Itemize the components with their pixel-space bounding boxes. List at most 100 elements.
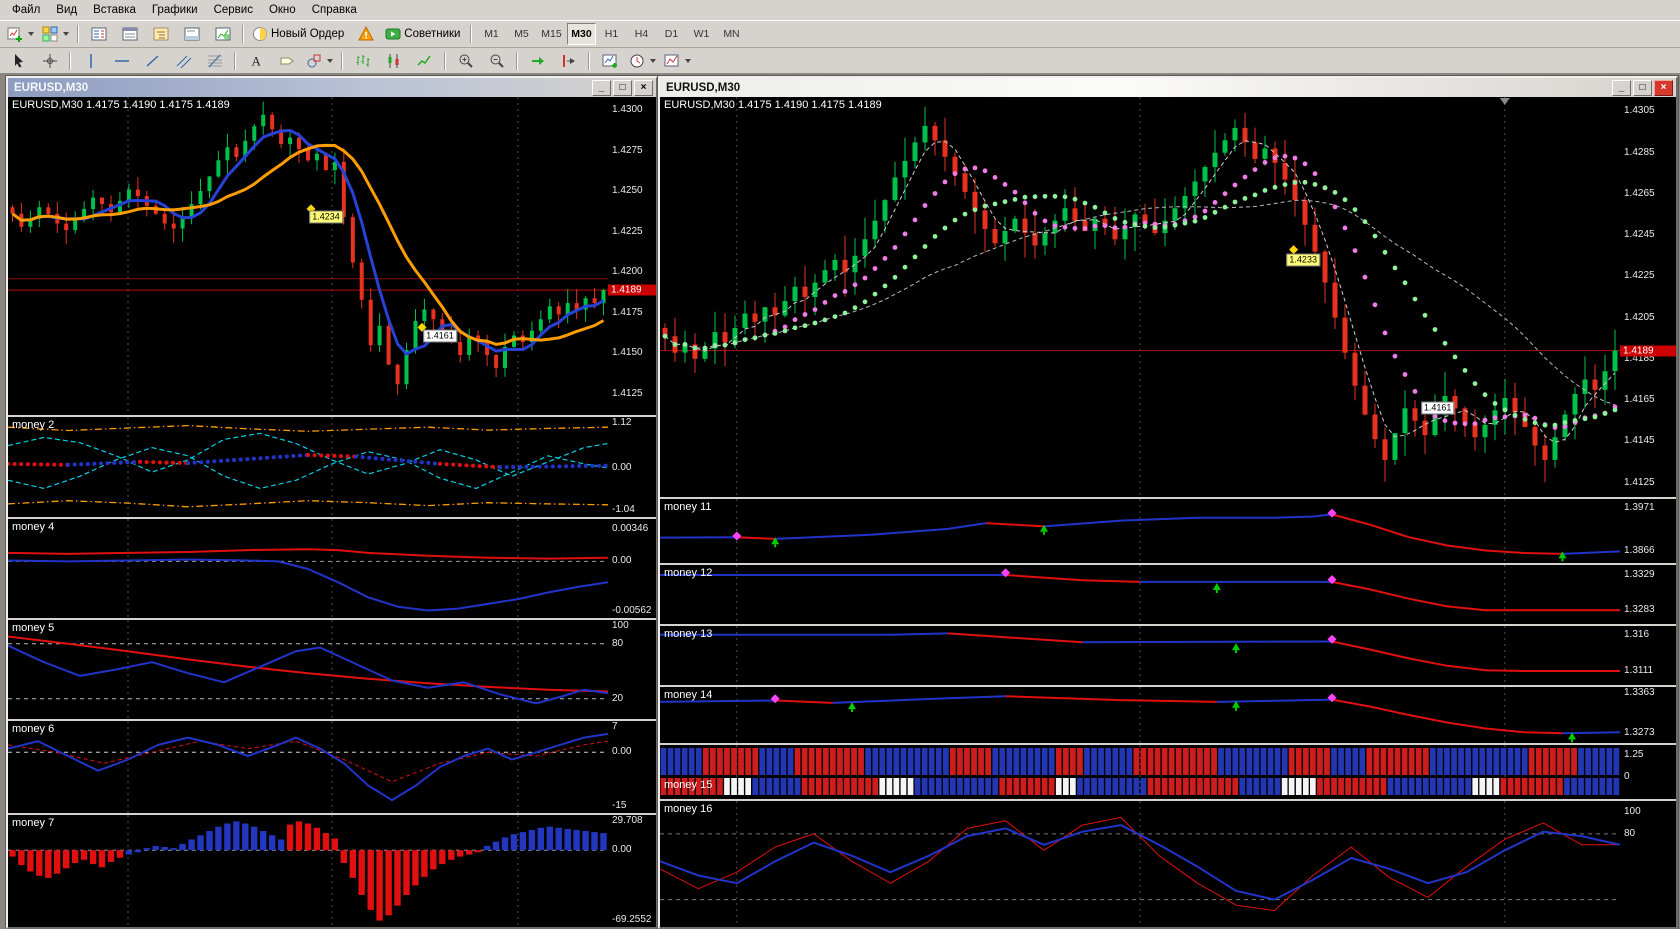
menu-charts[interactable]: Графики: [144, 2, 206, 18]
scale-label: 1.4200: [612, 266, 643, 277]
vertical-line-button[interactable]: [76, 50, 105, 73]
price-scale[interactable]: 1.33291.3283: [1620, 565, 1676, 624]
chevron-down-icon: [327, 59, 333, 63]
price-scale[interactable]: 1.3161.3111: [1620, 626, 1676, 685]
window-titlebar[interactable]: EURUSD,M30 _ □ ×: [8, 78, 656, 97]
timeframe-m5[interactable]: M5: [507, 23, 536, 45]
text-button[interactable]: A: [241, 50, 270, 73]
zoom-in-button[interactable]: [451, 50, 480, 73]
close-button[interactable]: ×: [634, 80, 653, 96]
fibonacci-button[interactable]: [200, 50, 229, 73]
new-chart-button[interactable]: [4, 23, 37, 46]
new-order-label: Новый Ордер: [271, 28, 346, 40]
chart-plot-area[interactable]: money 6: [8, 721, 608, 813]
price-scale[interactable]: 1.120.00-1.04: [608, 417, 656, 517]
line-chart-button[interactable]: [410, 50, 439, 73]
equidistant-channel-button[interactable]: [169, 50, 198, 73]
price-scale[interactable]: 1.43001.42751.42501.42251.42001.41751.41…: [608, 97, 656, 415]
price-tag[interactable]: 1.4161: [423, 329, 457, 342]
alert-button[interactable]: [351, 23, 380, 46]
periods-button[interactable]: [626, 50, 659, 73]
auto-scroll-button[interactable]: [523, 50, 552, 73]
menu-window[interactable]: Окно: [261, 2, 304, 18]
trendline-button[interactable]: [138, 50, 167, 73]
scale-label: 7: [612, 721, 618, 732]
chart-plot-area[interactable]: money 14: [660, 687, 1620, 743]
menu-view[interactable]: Вид: [48, 2, 85, 18]
shapes-button[interactable]: [303, 50, 336, 73]
menu-insert[interactable]: Вставка: [85, 2, 144, 18]
maximize-button[interactable]: □: [613, 80, 632, 96]
window-titlebar[interactable]: EURUSD,M30 _ □ ×: [660, 78, 1676, 97]
pane-money14: money 141.33631.3273: [660, 685, 1676, 743]
cursor-button[interactable]: [4, 50, 33, 73]
menu-tools[interactable]: Сервис: [206, 2, 261, 18]
maximize-button[interactable]: □: [1633, 80, 1652, 96]
chart-plot-area[interactable]: money 5: [8, 620, 608, 719]
zoom-out-button[interactable]: [482, 50, 511, 73]
price-tag[interactable]: 1.4234: [309, 211, 343, 224]
strategy-tester-button[interactable]: [208, 23, 237, 46]
navigator-button[interactable]: [146, 23, 175, 46]
pane-canvas: [660, 745, 1620, 799]
zoom-out-icon: [489, 53, 505, 69]
chart-plot-area[interactable]: money 15: [660, 745, 1620, 799]
price-tag[interactable]: 1.4161: [1421, 402, 1455, 415]
chart-shift-button[interactable]: [554, 50, 583, 73]
indicators-button[interactable]: [595, 50, 624, 73]
bar-chart-button[interactable]: [348, 50, 377, 73]
data-window-button[interactable]: [115, 23, 144, 46]
price-scale[interactable]: 70.00-15: [608, 721, 656, 813]
templates-button[interactable]: [661, 50, 694, 73]
price-scale[interactable]: 29.7080.00-69.2552: [608, 815, 656, 927]
timeframe-h1[interactable]: H1: [597, 23, 626, 45]
timeframe-h4[interactable]: H4: [627, 23, 656, 45]
chart-plot-area[interactable]: money 2: [8, 417, 608, 517]
minimize-button[interactable]: _: [592, 80, 611, 96]
price-scale[interactable]: 1.250: [1620, 745, 1676, 799]
price-scale[interactable]: 1.43051.42851.42651.42451.42251.42051.41…: [1620, 97, 1676, 497]
chart-plot-area[interactable]: money 11: [660, 499, 1620, 563]
chart-plot-area[interactable]: money 16: [660, 801, 1620, 927]
horizontal-line-button[interactable]: [107, 50, 136, 73]
timeframe-d1[interactable]: D1: [657, 23, 686, 45]
new-order-button[interactable]: Новый Ордер: [249, 23, 349, 46]
price-tag[interactable]: 1.4233: [1286, 253, 1320, 266]
menu-help[interactable]: Справка: [304, 2, 365, 18]
text-label-button[interactable]: [272, 50, 301, 73]
market-watch-button[interactable]: [84, 23, 113, 46]
menu-bar: ФайлВидВставкаГрафикиСервисОкноСправка: [0, 0, 1680, 21]
timeframe-m1[interactable]: M1: [477, 23, 506, 45]
scale-label: 0.00: [612, 746, 631, 757]
chart-plot-area[interactable]: money 7: [8, 815, 608, 927]
menu-file[interactable]: Файл: [4, 2, 48, 18]
timeframe-w1[interactable]: W1: [687, 23, 716, 45]
profiles-button[interactable]: [39, 23, 72, 46]
price-scale[interactable]: 10080: [1620, 801, 1676, 927]
crosshair-button[interactable]: [35, 50, 64, 73]
chart-plot-area[interactable]: money 4: [8, 519, 608, 618]
price-scale[interactable]: 1.39711.3866: [1620, 499, 1676, 563]
timeframe-mn[interactable]: MN: [717, 23, 746, 45]
terminal-button[interactable]: [177, 23, 206, 46]
timeframe-m30[interactable]: M30: [567, 23, 596, 45]
pane-main: 1.42331.4161EURUSD,M30 1.4175 1.4190 1.4…: [660, 97, 1676, 497]
expert-advisors-button[interactable]: Советники: [382, 23, 465, 46]
close-button[interactable]: ×: [1654, 80, 1673, 96]
periods-icon: [629, 53, 645, 69]
price-scale[interactable]: 1008020: [608, 620, 656, 719]
price-scale[interactable]: 0.003460.00-0.00562: [608, 519, 656, 618]
chart-plot-area[interactable]: 1.42331.4161EURUSD,M30 1.4175 1.4190 1.4…: [660, 97, 1620, 497]
chart-plot-area[interactable]: money 13: [660, 626, 1620, 685]
pane-canvas: [660, 499, 1620, 563]
scale-label: 0: [1624, 771, 1630, 782]
minimize-button[interactable]: _: [1612, 80, 1631, 96]
chart-plot-area[interactable]: 1.42341.4161EURUSD,M30 1.4175 1.4190 1.4…: [8, 97, 608, 415]
timeframe-m15[interactable]: M15: [537, 23, 566, 45]
standard-toolbar: Новый Ордер Советники M1M5M15M30H1H4D1W1MN: [0, 21, 1680, 48]
candlestick-chart-button[interactable]: [379, 50, 408, 73]
scale-label: 1.4145: [1624, 435, 1655, 446]
chart-plot-area[interactable]: money 12: [660, 565, 1620, 624]
price-scale[interactable]: 1.33631.3273: [1620, 687, 1676, 743]
alert-icon: [358, 26, 374, 42]
